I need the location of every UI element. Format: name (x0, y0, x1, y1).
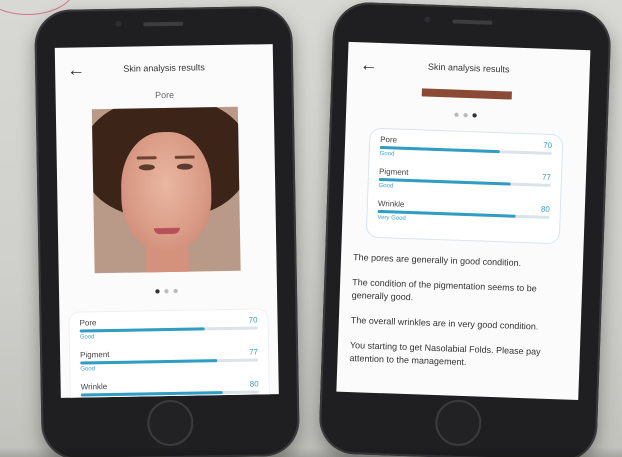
front-camera (115, 20, 122, 27)
metric-grade: Good (80, 366, 96, 373)
right-metrics-card: Pore 70 Good Pigment 77 Good Wrinkle 80 Very Goo… (365, 127, 564, 245)
metric-name: Wrinkle (80, 382, 108, 392)
comment-pigment: The condition of the pigmentation seems … (351, 277, 537, 303)
phone-left: ← Skin analysis results Pore ●●● Pore 70 G… (34, 5, 300, 457)
metric-name: Pore (79, 318, 97, 328)
metric-grade: Good (79, 334, 95, 341)
metric-wrinkle: Wrinkle80Very Good (377, 199, 550, 227)
metric-value: 70 (248, 315, 258, 325)
metric-value: 70 (543, 140, 553, 150)
comment-nasolabial: You starting to get Nasolabial Folds. Pl… (349, 340, 541, 368)
metric-value: 80 (249, 379, 259, 389)
metric-value: 77 (249, 347, 259, 357)
back-arrow-icon[interactable]: ← (67, 59, 87, 79)
face-photo (91, 106, 241, 274)
metric-pigment: Pigment 77 Good (378, 167, 551, 195)
metric-pore: Pore 70 Good (380, 135, 553, 163)
left-header-title: Skin analysis results (123, 62, 205, 74)
metric-name: Pigment (80, 350, 110, 360)
right-header-title: Skin analysis results (427, 61, 510, 75)
analysis-comments: The pores are generally in good conditio… (337, 237, 583, 373)
left-header: ← Skin analysis results (55, 44, 274, 92)
pagination-dots[interactable]: ●●● (59, 284, 277, 299)
home-button[interactable] (434, 399, 483, 447)
back-arrow-icon[interactable]: ← (359, 54, 380, 75)
earpiece-speaker (452, 19, 493, 25)
right-header: ← Skin analysis results (347, 42, 590, 94)
metric-wrinkle: Wrinkle80Very Good (81, 379, 259, 397)
metric-pigment: Pigment 77 Good (80, 347, 259, 373)
phone-right: ← Skin analysis results ●●● Pore 70 Good Pi… (318, 1, 612, 457)
comment-pore: The pores are generally in good conditio… (352, 252, 522, 268)
metric-name: Pore (380, 134, 398, 145)
floor-shadow (0, 447, 622, 457)
metric-bar (80, 390, 259, 397)
pagination-dots[interactable]: ●●● (346, 106, 588, 125)
home-button[interactable] (146, 399, 194, 447)
comment-wrinkle: The overall wrinkles are in very good co… (350, 315, 539, 332)
metric-name: Wrinkle (377, 198, 405, 209)
right-screen: ← Skin analysis results ●●● Pore 70 Good Pi… (336, 41, 591, 401)
front-camera (424, 16, 431, 23)
left-metrics-card: Pore70GoodPigment77GoodWrinkle80Very Goo… (69, 309, 270, 398)
metric-name: Pigment (378, 166, 409, 177)
metric-value: 77 (541, 172, 552, 182)
metric-pore: Pore 70 Good (79, 315, 258, 341)
left-screen: ← Skin analysis results Pore ●●● Pore 70 G… (54, 44, 279, 398)
metric-value: 80 (540, 204, 550, 214)
earpiece-speaker (143, 21, 184, 27)
metric-bar-fill (80, 391, 224, 397)
